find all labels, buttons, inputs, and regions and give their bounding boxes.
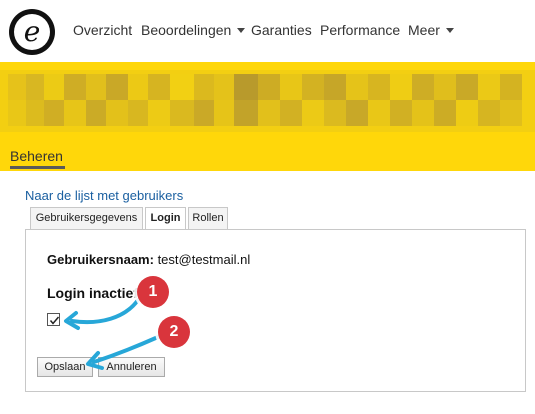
tab-login[interactable]: Login <box>145 207 186 230</box>
chevron-down-icon <box>445 27 454 33</box>
back-to-users-link[interactable]: Naar de lijst met gebruikers <box>25 188 183 203</box>
nav-performance[interactable]: Performance <box>320 22 400 38</box>
nav-meer[interactable]: Meer <box>408 22 454 38</box>
tab-beheren-underline <box>10 166 65 169</box>
save-button[interactable]: Opslaan <box>37 357 93 377</box>
pixelated-shop-name <box>0 70 535 132</box>
tab-gebruikersgegevens[interactable]: Gebruikersgegevens <box>30 207 143 229</box>
page: e Overzicht Beoordelingen Garanties Perf… <box>0 0 535 414</box>
checkmark-icon <box>49 316 60 325</box>
username-value: test@testmail.nl <box>157 252 251 267</box>
nav-beoordelingen[interactable]: Beoordelingen <box>141 22 246 38</box>
nav-overzicht[interactable]: Overzicht <box>73 22 132 38</box>
nav-beoordelingen-label: Beoordelingen <box>141 22 232 38</box>
svg-text:e: e <box>24 15 41 48</box>
nav-garanties-label: Garanties <box>251 22 312 38</box>
username-label: Gebruikersnaam: <box>47 252 154 267</box>
tab-rollen[interactable]: Rollen <box>188 207 228 229</box>
step-badge-1: 1 <box>137 276 169 308</box>
trusted-shops-logo[interactable]: e <box>8 8 56 56</box>
step-badge-2: 2 <box>158 316 190 348</box>
login-inactive-heading: Login inactief <box>47 285 138 301</box>
top-nav: e Overzicht Beoordelingen Garanties Perf… <box>0 0 535 62</box>
login-inactive-checkbox[interactable] <box>47 313 60 326</box>
nav-garanties[interactable]: Garanties <box>251 22 312 38</box>
chevron-down-icon <box>237 27 246 33</box>
username-row: Gebruikersnaam: test@testmail.nl <box>47 252 250 267</box>
cancel-button[interactable]: Annuleren <box>98 357 165 377</box>
nav-overzicht-label: Overzicht <box>73 22 133 38</box>
nav-performance-label: Performance <box>320 22 401 38</box>
nav-meer-label: Meer <box>408 22 440 38</box>
tab-beheren[interactable]: Beheren <box>10 148 63 164</box>
